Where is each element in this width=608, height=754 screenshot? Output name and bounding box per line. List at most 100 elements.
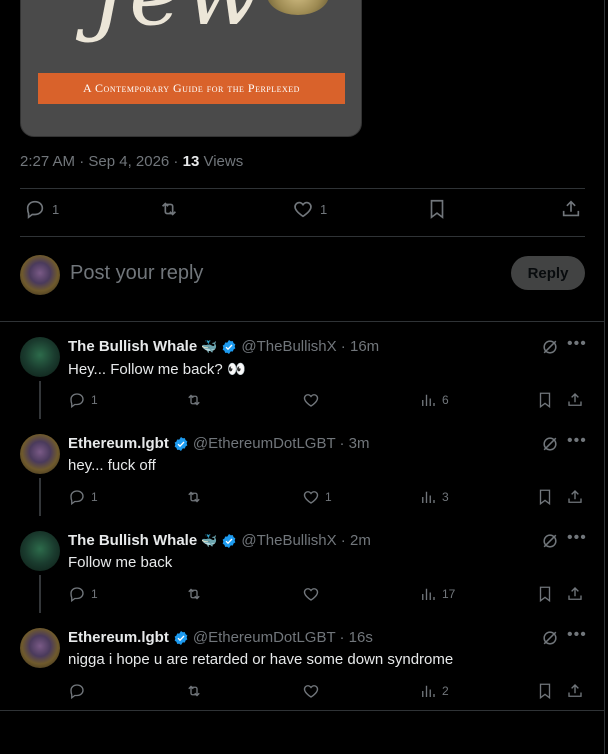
bookmark-icon [539, 392, 551, 409]
book-seal-image [267, 0, 329, 15]
repost-action[interactable] [185, 488, 208, 506]
user-avatar[interactable] [20, 255, 60, 295]
views-count: 6 [442, 393, 449, 407]
author-name[interactable]: The Bullish Whale [68, 338, 197, 355]
author-name[interactable]: Ethereum.lgbt [68, 435, 169, 452]
heart-icon [303, 491, 319, 504]
views-action[interactable]: 3 [419, 488, 449, 506]
grok-icon[interactable] [540, 628, 560, 648]
post-media-image[interactable]: Jew A Contemporary Guide for the Perplex… [20, 0, 362, 137]
author-name[interactable]: Ethereum.lgbt [68, 629, 169, 646]
heart-icon [294, 201, 312, 218]
post-action-bar: 1 1 [20, 198, 585, 226]
reply-button[interactable]: Reply [511, 256, 585, 290]
like-action[interactable] [302, 585, 325, 603]
views-count: 17 [442, 587, 456, 601]
post-text: Hey... Follow me back? 👀 [68, 361, 246, 378]
bookmark-icon [430, 199, 444, 219]
reply-icon [26, 200, 44, 219]
grok-icon[interactable] [540, 337, 560, 357]
views-action[interactable]: 2 [419, 682, 449, 700]
author-avatar[interactable] [20, 628, 60, 668]
views-action[interactable]: 17 [419, 585, 455, 603]
more-options-icon[interactable]: ••• [567, 529, 587, 547]
author-handle[interactable]: @TheBullishX · 2m [241, 532, 370, 549]
whale-emoji-icon: 🐳 [201, 338, 218, 354]
reply-action[interactable]: 1 [68, 391, 98, 409]
post-header: The Bullish Whale 🐳 @TheBullishX · 2m [68, 532, 371, 549]
repost-icon [188, 394, 200, 406]
post-header: Ethereum.lgbt @EthereumDotLGBT · 16s [68, 629, 373, 646]
author-avatar[interactable] [20, 531, 60, 571]
analytics-icon [422, 491, 435, 503]
post-action-bar: 1 17 [68, 585, 588, 605]
bookmark-action[interactable] [536, 488, 554, 506]
like-action[interactable]: 1 [292, 198, 327, 220]
share-action[interactable] [566, 585, 584, 603]
reply-post[interactable]: The Bullish Whale 🐳 @TheBullishX · 16m H… [0, 323, 604, 420]
author-handle[interactable]: @EthereumDotLGBT · 3m [193, 435, 370, 452]
share-action[interactable] [566, 391, 584, 409]
share-icon [568, 393, 582, 406]
reply-action[interactable]: 1 [68, 585, 98, 603]
like-count: 1 [325, 490, 332, 504]
more-options-icon[interactable]: ••• [567, 432, 587, 450]
grok-icon[interactable] [540, 434, 560, 454]
reply-action[interactable]: 1 [68, 488, 98, 506]
bookmark-action[interactable] [426, 198, 448, 220]
bookmark-action[interactable] [536, 682, 554, 700]
views-action[interactable]: 6 [419, 391, 449, 409]
heart-icon [303, 588, 319, 601]
heart-icon [303, 394, 319, 407]
reply-icon [70, 684, 84, 700]
divider [20, 236, 585, 237]
author-avatar[interactable] [20, 434, 60, 474]
author-handle[interactable]: @EthereumDotLGBT · 16s [193, 629, 373, 646]
reply-post[interactable]: The Bullish Whale 🐳 @TheBullishX · 2m Fo… [0, 517, 604, 614]
reply-action[interactable] [68, 682, 91, 700]
like-action[interactable]: 1 [302, 488, 332, 506]
reply-icon [70, 393, 84, 409]
post-action-bar: 2 [68, 682, 588, 702]
post-text: Follow me back [68, 554, 173, 571]
views-count: 13 [182, 153, 200, 170]
divider [0, 710, 604, 711]
reply-post[interactable]: Ethereum.lgbt @EthereumDotLGBT · 16s nig… [0, 614, 604, 711]
repost-icon [188, 685, 200, 697]
grok-icon[interactable] [540, 531, 560, 551]
more-options-icon[interactable]: ••• [567, 335, 587, 353]
share-action[interactable] [566, 682, 584, 700]
author-name[interactable]: The Bullish Whale [68, 532, 197, 549]
repost-action[interactable] [185, 391, 208, 409]
thread-line [39, 381, 41, 419]
analytics-icon [422, 685, 435, 697]
reply-input[interactable]: Post your reply [70, 262, 203, 285]
like-action[interactable] [302, 391, 325, 409]
bookmark-icon [539, 586, 551, 603]
reply-action[interactable]: 1 [24, 198, 59, 220]
share-action[interactable] [566, 488, 584, 506]
bookmark-action[interactable] [536, 391, 554, 409]
reply-post[interactable]: Ethereum.lgbt @EthereumDotLGBT · 3m hey.… [0, 420, 604, 517]
author-avatar[interactable] [20, 337, 60, 377]
repost-action[interactable] [185, 585, 208, 603]
share-icon [562, 200, 580, 217]
views-count: 3 [442, 490, 449, 504]
analytics-icon [422, 588, 435, 600]
more-options-icon[interactable]: ••• [567, 626, 587, 644]
share-icon [568, 490, 582, 503]
reply-icon [70, 490, 84, 506]
post-action-bar: 1 1 3 [68, 488, 588, 508]
post-time[interactable]: 2:27 AM · Sep 4, 2026 · [20, 153, 183, 170]
like-action[interactable] [302, 682, 325, 700]
repost-action[interactable] [185, 682, 208, 700]
book-subtitle-banner: A Contemporary Guide for the Perplexed [38, 73, 345, 104]
reply-count: 1 [91, 393, 98, 407]
bookmark-action[interactable] [536, 585, 554, 603]
post-action-bar: 1 6 [68, 391, 588, 411]
verified-badge-icon [174, 630, 188, 645]
views-count: 2 [442, 684, 449, 698]
repost-action[interactable] [158, 198, 186, 220]
author-handle[interactable]: @TheBullishX · 16m [241, 338, 379, 355]
share-action[interactable] [560, 198, 582, 220]
